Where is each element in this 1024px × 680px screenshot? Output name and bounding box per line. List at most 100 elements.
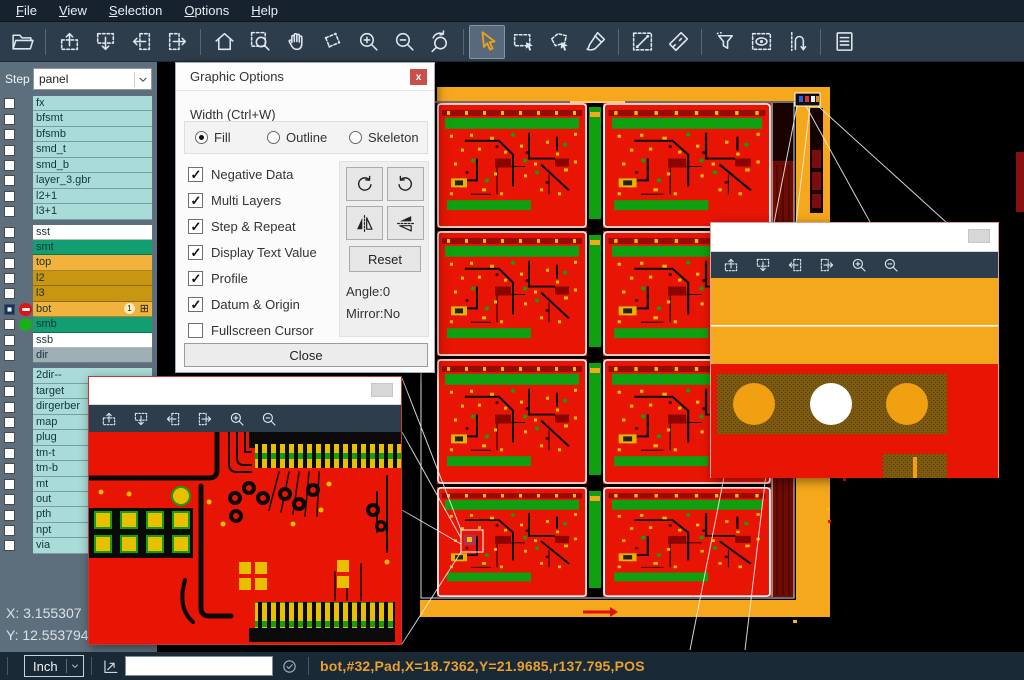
layer-row[interactable]: ssb bbox=[0, 333, 157, 348]
layer-row[interactable]: smt bbox=[0, 240, 157, 255]
layer-visibility-checkbox[interactable] bbox=[4, 175, 15, 186]
snap-corner-button[interactable] bbox=[99, 655, 121, 677]
mirror-vertical-button[interactable] bbox=[346, 206, 383, 240]
snap-route-button[interactable] bbox=[779, 25, 815, 59]
layer-row[interactable]: dir bbox=[0, 348, 157, 363]
move-view-left-button[interactable] bbox=[781, 254, 809, 276]
magnifier-window-button[interactable] bbox=[968, 229, 990, 243]
checkbox-display-text-value[interactable]: Display Text Value bbox=[188, 243, 317, 261]
datum-origin-checkbox[interactable] bbox=[188, 297, 203, 312]
layer-visibility-checkbox[interactable] bbox=[4, 335, 15, 346]
layer-visibility-checkbox[interactable] bbox=[4, 145, 15, 156]
move-view-right-button[interactable] bbox=[159, 25, 195, 59]
layer-row[interactable]: smd_b bbox=[0, 158, 157, 173]
select-cursor-button[interactable] bbox=[469, 25, 505, 59]
select-rectangle-button[interactable] bbox=[505, 25, 541, 59]
view-area-button[interactable] bbox=[743, 25, 779, 59]
menu-selection[interactable]: Selection bbox=[99, 1, 172, 20]
layer-visibility-checkbox[interactable] bbox=[4, 273, 15, 284]
layer-visibility-checkbox[interactable] bbox=[4, 432, 15, 443]
zoom-in-button[interactable] bbox=[350, 25, 386, 59]
rotate-cw-button[interactable] bbox=[346, 167, 383, 201]
layer-row[interactable]: top bbox=[0, 255, 157, 270]
magnifier-title-bar[interactable] bbox=[89, 377, 401, 405]
layer-row[interactable]: smd_t bbox=[0, 142, 157, 157]
layer-row[interactable]: l2+1 bbox=[0, 189, 157, 204]
radio-fill-control[interactable] bbox=[195, 131, 208, 144]
measure-distance-button[interactable] bbox=[624, 25, 660, 59]
ruler-button[interactable] bbox=[660, 25, 696, 59]
checkbox-negative-data[interactable]: Negative Data bbox=[188, 165, 293, 183]
layer-visibility-checkbox[interactable] bbox=[4, 463, 15, 474]
display-text-value-checkbox[interactable] bbox=[188, 245, 203, 260]
layer-visibility-checkbox[interactable] bbox=[4, 191, 15, 202]
move-view-left-button[interactable] bbox=[159, 408, 187, 430]
layer-visibility-checkbox[interactable] bbox=[4, 98, 15, 109]
layer-visibility-checkbox[interactable] bbox=[4, 479, 15, 490]
layer-row[interactable]: layer_3.gbr bbox=[0, 173, 157, 188]
negative-data-checkbox[interactable] bbox=[188, 167, 203, 182]
layer-visibility-checkbox[interactable] bbox=[4, 304, 15, 315]
zoom-in-button[interactable] bbox=[223, 408, 251, 430]
zoom-window-button[interactable] bbox=[242, 25, 278, 59]
step-repeat-checkbox[interactable] bbox=[188, 219, 203, 234]
radio-outline-control[interactable] bbox=[267, 131, 280, 144]
layer-row[interactable]: bfsmb bbox=[0, 127, 157, 142]
move-view-right-button[interactable] bbox=[191, 408, 219, 430]
layer-row[interactable]: bot1⊞ bbox=[0, 302, 157, 317]
layer-row[interactable]: smb bbox=[0, 317, 157, 332]
pan-hand-button[interactable] bbox=[278, 25, 314, 59]
layer-visibility-checkbox[interactable] bbox=[4, 319, 15, 330]
home-view-button[interactable] bbox=[206, 25, 242, 59]
layer-row[interactable]: sst bbox=[0, 225, 157, 240]
magnifier-window-button[interactable] bbox=[371, 383, 393, 397]
move-view-left-button[interactable] bbox=[123, 25, 159, 59]
layer-visibility-checkbox[interactable] bbox=[4, 114, 15, 125]
move-view-right-button[interactable] bbox=[813, 254, 841, 276]
layer-visibility-checkbox[interactable] bbox=[4, 525, 15, 536]
open-folder-button[interactable] bbox=[4, 25, 40, 59]
layer-visibility-checkbox[interactable] bbox=[4, 494, 15, 505]
checkbox-profile[interactable]: Profile bbox=[188, 269, 248, 287]
close-icon[interactable]: x bbox=[410, 69, 427, 85]
move-view-down-button[interactable] bbox=[127, 408, 155, 430]
layer-visibility-checkbox[interactable] bbox=[4, 402, 15, 413]
menu-view[interactable]: View bbox=[49, 1, 97, 20]
checkbox-step-repeat[interactable]: Step & Repeat bbox=[188, 217, 296, 235]
layer-visibility-checkbox[interactable] bbox=[4, 258, 15, 269]
report-list-button[interactable] bbox=[826, 25, 862, 59]
rotate-ccw-button[interactable] bbox=[387, 167, 424, 201]
menu-help[interactable]: Help bbox=[241, 1, 288, 20]
layer-visibility-checkbox[interactable] bbox=[4, 540, 15, 551]
layer-row[interactable]: fx bbox=[0, 96, 157, 111]
layer-visibility-checkbox[interactable] bbox=[4, 350, 15, 361]
clear-brush-button[interactable] bbox=[577, 25, 613, 59]
move-view-up-button[interactable] bbox=[51, 25, 87, 59]
move-view-up-button[interactable] bbox=[717, 254, 745, 276]
layer-row[interactable]: l3 bbox=[0, 286, 157, 301]
layer-visibility-checkbox[interactable] bbox=[4, 371, 15, 382]
layer-row[interactable]: l3+1 bbox=[0, 204, 157, 219]
profile-checkbox[interactable] bbox=[188, 271, 203, 286]
dialog-title-bar[interactable]: Graphic Options x bbox=[176, 63, 434, 91]
unit-select[interactable]: Inch bbox=[24, 655, 84, 677]
apply-button[interactable] bbox=[277, 655, 301, 677]
select-polygon-button[interactable] bbox=[541, 25, 577, 59]
layer-visibility-checkbox[interactable] bbox=[4, 510, 15, 521]
radio-fill[interactable]: Fill bbox=[195, 130, 267, 145]
drag-view-button[interactable] bbox=[314, 25, 350, 59]
checkbox-fullscreen-cursor[interactable]: Fullscreen Cursor bbox=[188, 321, 314, 339]
move-view-down-button[interactable] bbox=[749, 254, 777, 276]
multi-layers-checkbox[interactable] bbox=[188, 193, 203, 208]
zoom-in-button[interactable] bbox=[845, 254, 873, 276]
layer-row[interactable]: bfsmt bbox=[0, 111, 157, 126]
magnifier-title-bar[interactable] bbox=[711, 223, 998, 252]
move-view-down-button[interactable] bbox=[87, 25, 123, 59]
reset-button[interactable]: Reset bbox=[349, 246, 421, 272]
zoom-out-button[interactable] bbox=[386, 25, 422, 59]
magnifier-zoom-view-left[interactable] bbox=[89, 432, 401, 644]
layer-visibility-checkbox[interactable] bbox=[4, 386, 15, 397]
layer-visibility-checkbox[interactable] bbox=[4, 448, 15, 459]
move-view-up-button[interactable] bbox=[95, 408, 123, 430]
layer-visibility-checkbox[interactable] bbox=[4, 129, 15, 140]
